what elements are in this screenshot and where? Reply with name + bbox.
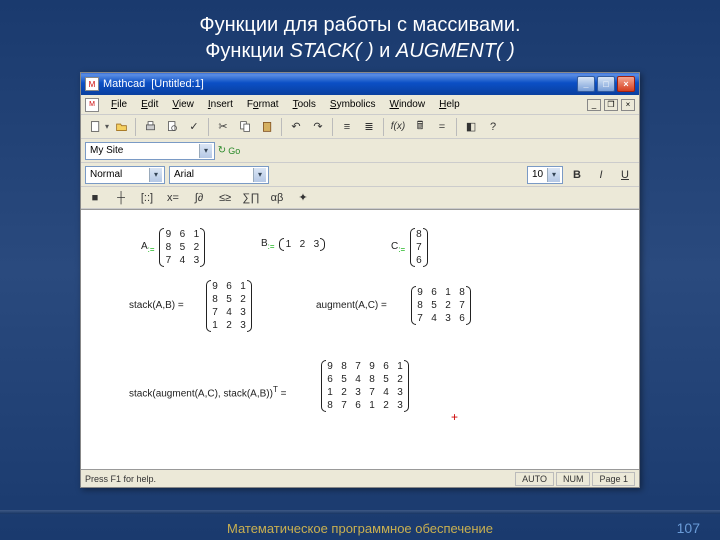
calculator-icon[interactable]: ■ [85, 188, 105, 208]
toolbar-math: ■ ┼ [::] x= ∫∂ ≤≥ ∑∏ αβ ✦ [81, 187, 639, 209]
close-button[interactable]: × [617, 76, 635, 92]
programming-icon[interactable]: ∑∏ [241, 188, 261, 208]
font-combo[interactable]: Arial [169, 166, 269, 184]
augment-result: 961885277436 [411, 286, 471, 325]
status-help: Press F1 for help. [85, 474, 156, 484]
check-button[interactable]: ✓ [184, 117, 204, 137]
menu-symbolics[interactable]: Symbolics [324, 97, 382, 112]
copy-button[interactable] [235, 117, 255, 137]
matrix-a-def: A:= 961852743 [141, 228, 205, 267]
status-num: NUM [556, 472, 591, 486]
app-name: Mathcad [103, 78, 145, 90]
style-combo[interactable]: Normal [85, 166, 165, 184]
worksheet[interactable]: A:= 961852743 B:= 123 C:= 876 stack(A,B)… [81, 209, 639, 469]
print-button[interactable] [140, 117, 160, 137]
align-button[interactable]: ≡ [337, 117, 357, 137]
combined-result: 987961654852123743876123 [321, 360, 409, 412]
page-number: 107 [677, 520, 700, 536]
toolbar-web: My Site ↻Go [81, 139, 639, 163]
menubar: M File Edit View Insert Format Tools Sym… [81, 95, 639, 115]
menu-file[interactable]: File [105, 97, 133, 112]
go-button[interactable]: ↻Go [219, 141, 239, 161]
undo-button[interactable]: ↶ [286, 117, 306, 137]
open-button[interactable] [111, 117, 131, 137]
mdi-close[interactable]: × [621, 99, 635, 111]
matrix-b-def: B:= 123 [261, 238, 325, 251]
menu-edit[interactable]: Edit [135, 97, 164, 112]
augment-expr: augment(A,C) = [316, 300, 387, 311]
toolbar-format: Normal Arial 10 B I U [81, 163, 639, 187]
new-button[interactable] [85, 117, 105, 137]
preview-button[interactable] [162, 117, 182, 137]
menu-tools[interactable]: Tools [287, 97, 322, 112]
new-dropdown[interactable]: ▾ [105, 122, 109, 131]
matrix-icon[interactable]: [::] [137, 188, 157, 208]
statusbar: Press F1 for help. AUTO NUM Page 1 [81, 469, 639, 487]
footer-divider [0, 510, 720, 514]
menu-view[interactable]: View [166, 97, 200, 112]
symbolic-icon[interactable]: ✦ [293, 188, 313, 208]
boolean-icon[interactable]: ≤≥ [215, 188, 235, 208]
italic-button[interactable]: I [591, 165, 611, 185]
graph-icon[interactable]: ┼ [111, 188, 131, 208]
stack-result: 961852743123 [206, 280, 252, 332]
component-button[interactable]: ◧ [461, 117, 481, 137]
menu-insert[interactable]: Insert [202, 97, 239, 112]
mathcad-window: M Mathcad [Untitled:1] _ □ × M File Edit… [80, 72, 640, 488]
maximize-button[interactable]: □ [597, 76, 615, 92]
menu-format[interactable]: Format [241, 97, 285, 112]
align2-button[interactable]: ≣ [359, 117, 379, 137]
menu-window[interactable]: Window [384, 97, 432, 112]
mdi-restore[interactable]: ❐ [604, 99, 618, 111]
mdi-minimize[interactable]: _ [587, 99, 601, 111]
slide-title: Функции для работы с массивами. Функции … [0, 0, 720, 72]
help-button[interactable]: ? [483, 117, 503, 137]
bold-button[interactable]: B [567, 165, 587, 185]
underline-button[interactable]: U [615, 165, 635, 185]
status-page: Page 1 [592, 472, 635, 486]
combined-expr: stack(augment(A,C), stack(A,B))T = [129, 385, 286, 399]
eval-icon[interactable]: x= [163, 188, 183, 208]
fx-button[interactable]: f(x) [388, 117, 408, 137]
size-combo[interactable]: 10 [527, 166, 563, 184]
calc-button[interactable]: = [432, 117, 452, 137]
cut-button[interactable]: ✂ [213, 117, 233, 137]
greek-icon[interactable]: αβ [267, 188, 287, 208]
doc-icon: M [85, 98, 99, 112]
site-combo[interactable]: My Site [85, 142, 215, 160]
unit-button[interactable]: 🖩 [410, 117, 430, 137]
status-auto: AUTO [515, 472, 554, 486]
minimize-button[interactable]: _ [577, 76, 595, 92]
redo-button[interactable]: ↷ [308, 117, 328, 137]
matrix-c-def: C:= 876 [391, 228, 428, 267]
paste-button[interactable] [257, 117, 277, 137]
toolbar-main: ▾ ✓ ✂ ↶ ↷ ≡ ≣ f(x) 🖩 = ◧ ? [81, 115, 639, 139]
doc-name: [Untitled:1] [151, 78, 204, 90]
stack-expr: stack(A,B) = [129, 300, 184, 311]
app-icon: M [85, 77, 99, 91]
footer-text: Математическое программное обеспечение [227, 521, 493, 536]
slide-footer: Математическое программное обеспечение 1… [0, 516, 720, 540]
titlebar[interactable]: M Mathcad [Untitled:1] _ □ × [81, 73, 639, 95]
calculus-icon[interactable]: ∫∂ [189, 188, 209, 208]
menu-help[interactable]: Help [433, 97, 466, 112]
cursor-cross: + [451, 410, 458, 424]
